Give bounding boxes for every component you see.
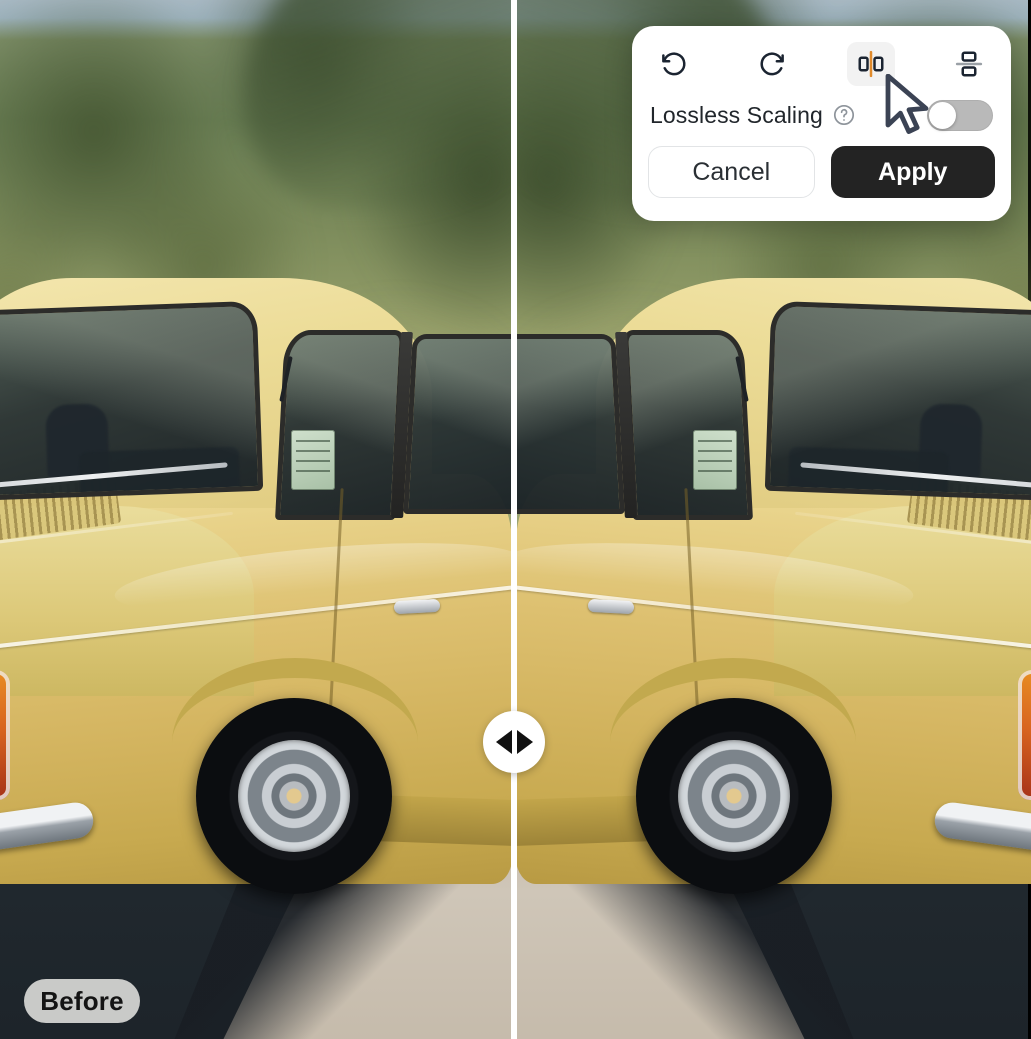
rotate-ccw-icon [662,52,686,76]
seat-headrest [918,403,983,480]
compare-slider-handle[interactable] [483,711,545,773]
quarter-window [623,330,753,520]
compare-viewer: Before Lossless Scaling Cancel Apply [0,0,1031,1039]
wheel-rim [238,740,350,852]
transform-toolbar-panel: Lossless Scaling Cancel Apply [632,26,1011,221]
lossless-scaling-row: Lossless Scaling [646,92,997,138]
before-photo [0,0,511,1039]
vintage-car [517,278,1031,918]
panel-button-row: Cancel Apply [646,146,997,198]
triangle-left-icon [495,730,512,754]
door-handle [587,598,635,615]
rear-door-window [403,334,511,514]
rear-door-window [517,334,625,514]
rear-wheel [636,698,832,894]
flip-horizontal-button[interactable] [846,42,895,86]
window-sticker [693,430,737,490]
before-label: Before [24,979,140,1023]
tail-light [1018,670,1031,800]
triangle-right-icon [516,730,533,754]
wheel-rim [678,740,790,852]
before-pane: Before [0,0,511,1039]
help-circle-icon[interactable] [832,103,856,127]
flip-horizontal-icon [858,50,884,78]
seat-headrest [45,403,110,480]
toggle-knob [929,101,956,129]
rear-wheel [196,698,392,894]
tail-light [0,670,10,800]
rotate-cw-icon [760,52,785,76]
door-handle [393,598,441,615]
apply-button[interactable]: Apply [830,146,995,198]
tool-row [646,36,997,92]
hill-ridge [245,0,511,208]
rotate-right-button[interactable] [748,42,796,86]
lossless-scaling-toggle[interactable] [927,99,993,131]
compare-divider[interactable] [511,0,517,1039]
cancel-button[interactable]: Cancel [648,146,815,198]
lossless-scaling-label: Lossless Scaling [650,101,823,128]
vintage-car [0,278,511,918]
flip-vertical-button[interactable] [945,42,993,86]
rotate-left-button[interactable] [650,42,698,86]
flip-vertical-icon [955,51,983,77]
window-sticker [291,430,335,490]
